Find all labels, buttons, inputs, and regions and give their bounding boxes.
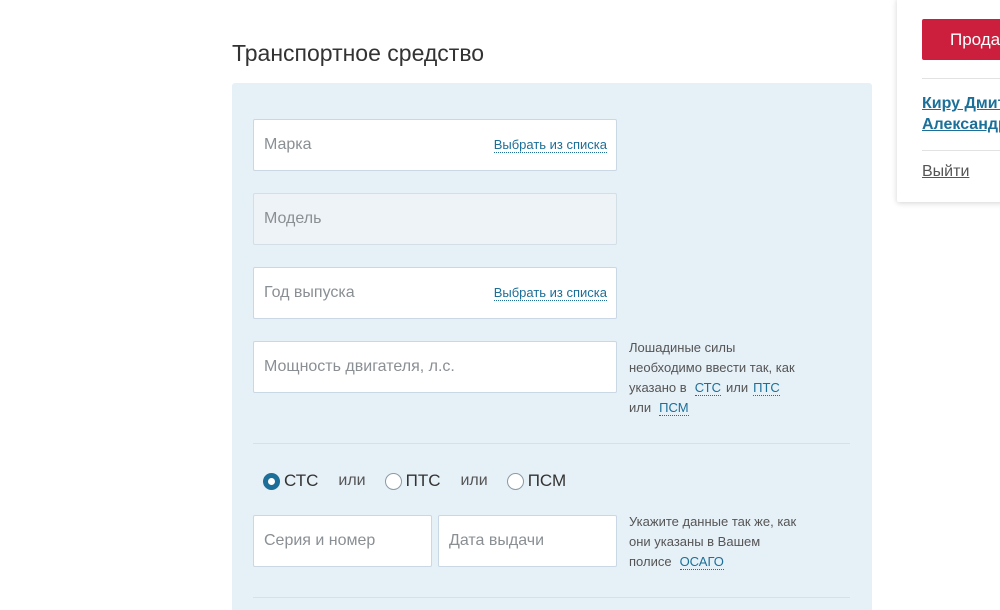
user-name-link[interactable]: Киру Дмитрий Александрович [922,93,1000,135]
card-divider [922,78,1000,79]
doc-hint-line2: они указаны в Вашем [629,534,761,549]
year-placeholder: Год выпуска [264,284,355,301]
series-number-placeholder: Серия и номер [264,532,376,549]
doc-hint-line3-prefix: полисе [629,554,672,569]
radio-pts-label: ПТС [405,471,441,490]
sts-link[interactable]: СТС [694,380,721,396]
power-hint-line1: Лошадиные силы [629,340,736,355]
user-name-line2: Александрович [922,116,1000,133]
radio-psm-label: ПСМ [527,471,567,490]
radio-sts-label: СТС [284,471,319,490]
engine-power-placeholder: Мощность двигателя, л.с. [264,358,455,375]
sell-button[interactable]: Продать [922,19,1000,60]
power-hint-line3-prefix: указано в [629,380,687,395]
series-number-field[interactable]: Серия и номер [253,515,432,567]
model-field: Модель [253,193,617,245]
radio-unchecked-icon [506,472,524,490]
osago-link[interactable]: ОСАГО [679,554,724,570]
radio-sts[interactable]: СТС [263,471,318,491]
card-divider [922,150,1000,151]
user-name-line1: Киру Дмитрий [922,95,1000,112]
doc-hint: Укажите данные так же, как они указаны в… [629,512,829,572]
power-hint-line4-prefix: или [629,400,652,415]
divider [253,597,850,598]
model-placeholder: Модель [264,210,322,227]
logout-link[interactable]: Выйти [922,163,969,181]
radio-pts[interactable]: ПТС [384,471,441,491]
issue-date-placeholder: Дата выдачи [449,532,545,549]
brand-placeholder: Марка [264,136,312,153]
or-label: или [338,472,366,489]
radio-unchecked-icon [384,472,402,490]
engine-power-field[interactable]: Мощность двигателя, л.с. [253,341,617,393]
power-hint-line2: необходимо ввести так, как [629,360,795,375]
pts-link[interactable]: ПТС [753,380,780,396]
psm-link[interactable]: ПСМ [659,400,689,416]
doc-hint-line1: Укажите данные так же, как [629,514,797,529]
doc-type-radio-group: СТС или ПТС или ПСМ [263,469,566,493]
year-field[interactable]: Год выпуска Выбрать из списка [253,267,617,319]
power-hint-or: или [725,380,749,395]
power-hint: Лошадиные силы необходимо ввести так, ка… [629,338,829,418]
brand-pick-from-list-link[interactable]: Выбрать из списка [493,137,607,153]
account-dropdown: Продать Киру Дмитрий Александрович Выйти [897,0,1000,202]
issue-date-field[interactable]: Дата выдачи [438,515,617,567]
divider [253,443,850,444]
or-label: или [460,472,488,489]
radio-psm[interactable]: ПСМ [506,471,567,491]
section-title: Транспортное средство [232,40,485,66]
radio-checked-icon [263,472,280,490]
brand-field[interactable]: Марка Выбрать из списка [253,119,617,171]
year-pick-from-list-link[interactable]: Выбрать из списка [493,285,607,301]
